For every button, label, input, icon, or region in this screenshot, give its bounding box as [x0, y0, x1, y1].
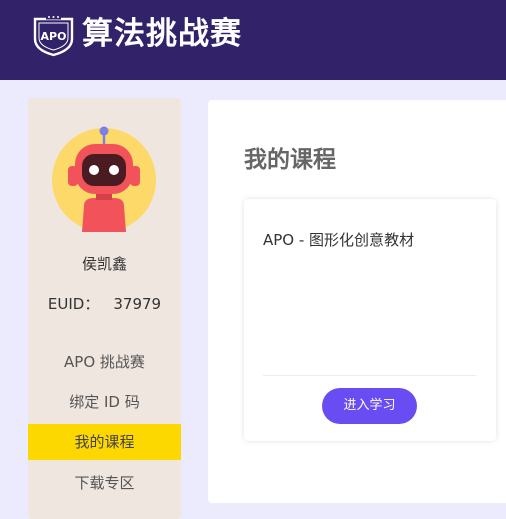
- course-title: APO - 图形化创意教材: [263, 231, 415, 249]
- robot-avatar-icon: [52, 126, 156, 232]
- enter-learning-button[interactable]: 进入学习: [322, 388, 417, 424]
- page-title: 我的课程: [244, 147, 336, 173]
- sidebar: 侯凯鑫 EUID： 37979 APO 挑战赛 绑定 ID 码 我的课程 下载专区: [28, 98, 181, 519]
- sidebar-item-downloads[interactable]: 下载专区: [28, 465, 181, 501]
- brand-title: 算法挑战赛: [82, 16, 242, 52]
- sidebar-item-bind-id[interactable]: 绑定 ID 码: [28, 384, 181, 420]
- sidebar-item-my-courses[interactable]: 我的课程: [28, 424, 181, 460]
- logo-text: APO: [41, 30, 67, 43]
- euid-row: EUID： 37979: [28, 293, 181, 314]
- euid-value: 37979: [113, 295, 162, 313]
- apo-logo-icon[interactable]: APO: [31, 13, 76, 57]
- card-divider: [263, 375, 476, 376]
- user-name: 侯凯鑫: [81, 255, 127, 273]
- top-header: APO 算法挑战赛: [0, 0, 506, 80]
- course-card: APO - 图形化创意教材 进入学习: [244, 199, 496, 441]
- main-panel: 我的课程 APO - 图形化创意教材 进入学习: [208, 100, 506, 503]
- euid-label: EUID：: [47, 295, 100, 313]
- sidebar-item-apo-challenge[interactable]: APO 挑战赛: [28, 344, 181, 380]
